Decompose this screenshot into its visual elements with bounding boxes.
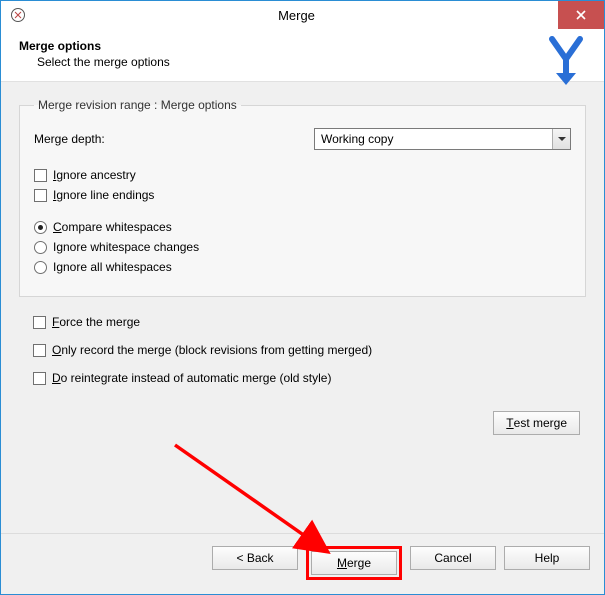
ignore-all-whitespaces-label: Ignore all whitespaces xyxy=(53,260,172,274)
close-icon xyxy=(576,10,586,20)
compare-whitespaces-label: Compare whitespaces xyxy=(53,220,172,234)
window-controls xyxy=(558,1,604,29)
force-merge-label: Force the merge xyxy=(52,315,140,329)
help-button[interactable]: Help xyxy=(504,546,590,570)
merge-button-highlight: Merge xyxy=(306,546,402,580)
ignore-ancestry-label: Ignore ancestry xyxy=(53,168,136,182)
ignore-all-whitespaces-radio[interactable]: Ignore all whitespaces xyxy=(34,260,571,274)
extra-options: Force the merge Only record the merge (b… xyxy=(19,297,586,391)
compare-whitespaces-radio[interactable]: Compare whitespaces xyxy=(34,220,571,234)
reintegrate-checkbox[interactable]: Do reintegrate instead of automatic merg… xyxy=(33,371,572,385)
checkbox-icon xyxy=(33,344,46,357)
chevron-down-icon xyxy=(558,137,566,141)
radio-icon xyxy=(34,241,47,254)
ignore-ancestry-checkbox[interactable]: Ignore ancestry xyxy=(34,168,571,182)
checkbox-icon xyxy=(34,189,47,202)
merge-label: Merge xyxy=(337,556,371,570)
back-label: < Back xyxy=(236,551,273,565)
help-label: Help xyxy=(535,551,560,565)
only-record-checkbox[interactable]: Only record the merge (block revisions f… xyxy=(33,343,572,357)
radio-icon xyxy=(34,221,47,234)
reintegrate-label: Do reintegrate instead of automatic merg… xyxy=(52,371,331,385)
group-legend: Merge revision range : Merge options xyxy=(34,98,241,112)
merge-options-group: Merge revision range : Merge options Mer… xyxy=(19,98,586,297)
radio-icon xyxy=(34,261,47,274)
ignore-line-endings-checkbox[interactable]: Ignore line endings xyxy=(34,188,571,202)
wizard-header: Merge options Select the merge options xyxy=(1,29,604,82)
checkbox-icon xyxy=(33,316,46,329)
merge-depth-select[interactable]: Working copy xyxy=(314,128,571,150)
merge-logo-icon xyxy=(542,35,590,90)
merge-button[interactable]: Merge xyxy=(311,551,397,575)
window-title: Merge xyxy=(35,1,558,29)
close-button[interactable] xyxy=(558,1,604,29)
checkbox-icon xyxy=(34,169,47,182)
app-icon xyxy=(1,1,35,29)
wizard-body: Merge revision range : Merge options Mer… xyxy=(1,82,604,533)
merge-dialog: Merge Merge options Select the merge opt… xyxy=(0,0,605,595)
cancel-button[interactable]: Cancel xyxy=(410,546,496,570)
wizard-footer: < Back Merge Cancel Help xyxy=(1,533,604,594)
merge-depth-value: Working copy xyxy=(321,132,393,146)
test-merge-button[interactable]: Test merge xyxy=(493,411,580,435)
ignore-line-endings-label: Ignore line endings xyxy=(53,188,154,202)
back-button[interactable]: < Back xyxy=(212,546,298,570)
test-merge-label: est merge xyxy=(514,416,567,430)
page-subtitle: Select the merge options xyxy=(37,55,586,69)
ignore-whitespace-changes-label: Ignore whitespace changes xyxy=(53,240,199,254)
merge-depth-label: Merge depth: xyxy=(34,132,314,146)
titlebar: Merge xyxy=(1,1,604,29)
ignore-whitespace-changes-radio[interactable]: Ignore whitespace changes xyxy=(34,240,571,254)
checkbox-icon xyxy=(33,372,46,385)
only-record-label: Only record the merge (block revisions f… xyxy=(52,343,372,357)
cancel-label: Cancel xyxy=(434,551,471,565)
page-title: Merge options xyxy=(19,39,586,53)
force-merge-checkbox[interactable]: Force the merge xyxy=(33,315,572,329)
dropdown-button[interactable] xyxy=(552,129,570,149)
